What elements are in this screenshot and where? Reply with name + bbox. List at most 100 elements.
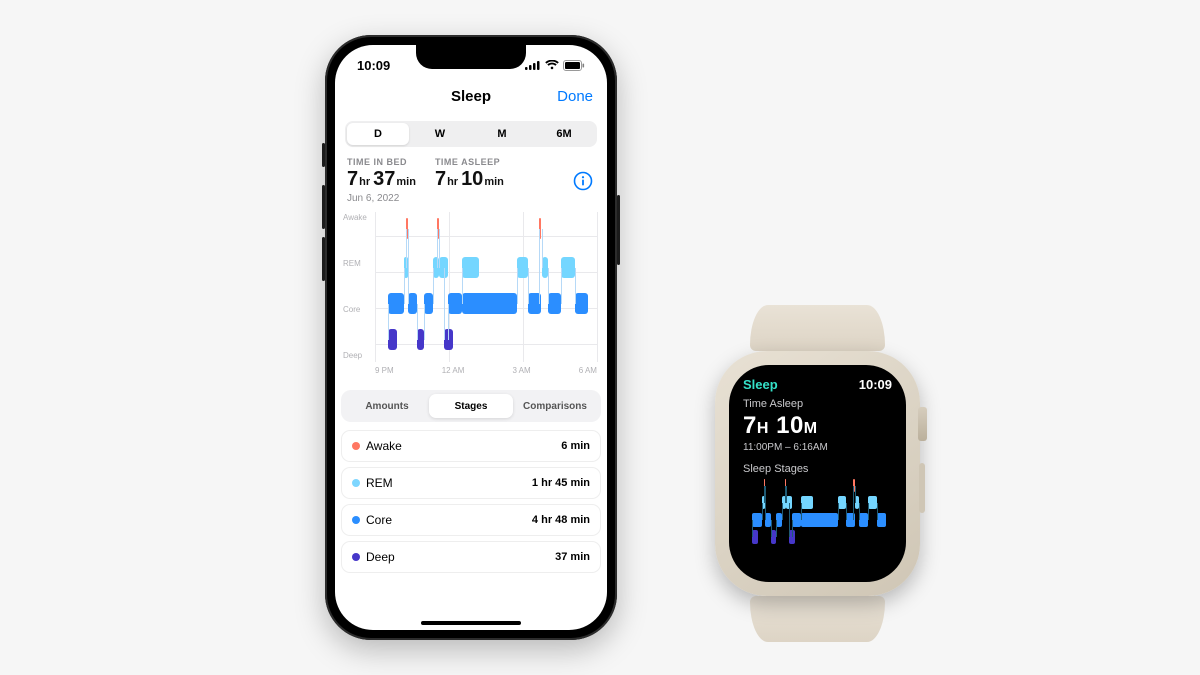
cellular-signal-icon — [525, 60, 541, 70]
watch-chart-connector — [838, 503, 839, 520]
chart-connector — [406, 229, 407, 268]
watch-chart-connector — [786, 486, 787, 503]
nav-bar: Sleep Done — [335, 79, 607, 115]
chart-connector — [462, 268, 463, 304]
watch-sleep-chart[interactable] — [743, 479, 892, 545]
xlabel-1: 12 AM — [442, 366, 465, 380]
view-mode-card: Amounts Stages Comparisons — [341, 390, 601, 422]
chart-connector — [575, 268, 576, 304]
chart-connector — [388, 304, 389, 340]
watch-chart-segment — [859, 513, 868, 526]
watch-chart-connector — [855, 486, 856, 503]
chart-connector — [548, 268, 549, 304]
time-in-bed-value: 7hr37min — [347, 168, 419, 191]
seg-range-m[interactable]: M — [471, 123, 533, 145]
chart-connector — [404, 268, 405, 304]
chart-connector — [439, 229, 440, 268]
stage-color-dot — [352, 442, 360, 450]
chart-x-labels: 9 PM 12 AM 3 AM 6 AM — [375, 366, 597, 380]
chart-connector — [542, 229, 543, 268]
view-mode-segment[interactable]: Amounts Stages Comparisons — [345, 394, 597, 418]
chart-connector — [417, 304, 418, 340]
watch-chart-connector — [792, 520, 793, 537]
notch — [416, 45, 526, 69]
watch-chart-connector — [877, 503, 878, 520]
digital-crown — [918, 407, 927, 441]
watch-chart-segment — [752, 513, 762, 526]
stage-name: Awake — [366, 439, 402, 453]
iphone-device: 10:09 Sleep Done D W M 6M — [325, 35, 617, 640]
seg-amounts[interactable]: Amounts — [345, 394, 429, 418]
stage-value: 1 hr 45 min — [532, 477, 590, 489]
volume-up-button — [322, 185, 325, 229]
stage-row-deep[interactable]: Deep37 min — [341, 541, 601, 573]
watch-chart-connector — [776, 520, 777, 537]
seg-stages[interactable]: Stages — [429, 394, 513, 418]
chart-connector — [408, 229, 409, 304]
watch-chart-segment — [877, 513, 886, 526]
watch-sleep-range: 11:00PM – 6:16AM — [743, 442, 892, 453]
time-asleep-hours: 7 — [435, 168, 446, 190]
chart-segment — [462, 293, 518, 314]
chart-connector — [424, 304, 425, 340]
hours-unit: hr — [359, 176, 370, 188]
watch-chart-segment — [792, 513, 801, 526]
iphone-screen: 10:09 Sleep Done D W M 6M — [335, 45, 607, 630]
home-indicator[interactable] — [421, 621, 521, 625]
chart-plot-area — [375, 212, 597, 362]
chart-segment — [388, 329, 397, 350]
chart-segment — [548, 293, 561, 314]
watch-chart-connector — [752, 520, 753, 537]
power-button — [617, 195, 620, 265]
watch-chart-connector — [765, 486, 766, 520]
watch-time-asleep-value: 7H 10M — [743, 412, 892, 440]
stage-name: REM — [366, 476, 393, 490]
watch-chart-segment — [838, 496, 845, 509]
chart-segment — [462, 257, 480, 278]
stage-value: 6 min — [561, 440, 590, 452]
chart-connector — [433, 268, 434, 304]
stage-row-awake[interactable]: Awake 6 min — [341, 430, 601, 462]
stage-color-dot — [352, 479, 360, 487]
watch-chart-segment — [801, 496, 813, 509]
ylabel-awake: Awake — [343, 212, 373, 224]
watch-mins-unit: M — [804, 420, 818, 437]
seg-range-w[interactable]: W — [409, 123, 471, 145]
time-asleep-mins: 10 — [461, 168, 483, 190]
seg-range-d[interactable]: D — [347, 123, 409, 145]
stage-row-core[interactable]: Core4 hr 48 min — [341, 504, 601, 536]
xlabel-2: 3 AM — [512, 366, 530, 380]
chart-connector — [444, 268, 445, 340]
seg-range-6m[interactable]: 6M — [533, 123, 595, 145]
watch-chart-segment — [868, 496, 877, 509]
seg-comparisons[interactable]: Comparisons — [513, 394, 597, 418]
watch-chart-connector — [868, 503, 869, 520]
stage-row-rem[interactable]: REM 1 hr 45 min — [341, 467, 601, 499]
xlabel-3: 6 AM — [579, 366, 597, 380]
sleep-stages-chart[interactable]: Awake REM Core Deep 9 PM 1 — [335, 212, 607, 380]
ylabel-core: Core — [343, 304, 373, 316]
mins-unit: min — [484, 176, 504, 188]
summary-date: Jun 6, 2022 — [347, 193, 419, 204]
watch-chart-connector — [771, 520, 772, 537]
done-button[interactable]: Done — [557, 88, 593, 105]
date-range-segment[interactable]: D W M 6M — [345, 121, 597, 147]
watch-chart-connector — [782, 503, 783, 520]
chart-segment — [561, 257, 574, 278]
watch-side-button — [919, 463, 925, 513]
watch-hours: 7 — [743, 412, 757, 439]
chart-connector — [448, 304, 449, 340]
watch-chart-segment — [801, 513, 838, 526]
watch-app-title[interactable]: Sleep — [743, 377, 778, 392]
ylabel-rem: REM — [343, 258, 373, 270]
chart-connector — [437, 229, 438, 268]
time-asleep-value: 7hr10min — [435, 168, 507, 191]
mins-unit: min — [396, 176, 416, 188]
stage-name: Core — [366, 513, 392, 527]
chart-connector — [561, 268, 562, 304]
chart-connector — [517, 268, 518, 304]
time-in-bed-hours: 7 — [347, 168, 358, 190]
info-icon[interactable] — [573, 171, 593, 191]
mute-switch — [322, 143, 325, 167]
watch-hours-unit: H — [757, 420, 769, 437]
